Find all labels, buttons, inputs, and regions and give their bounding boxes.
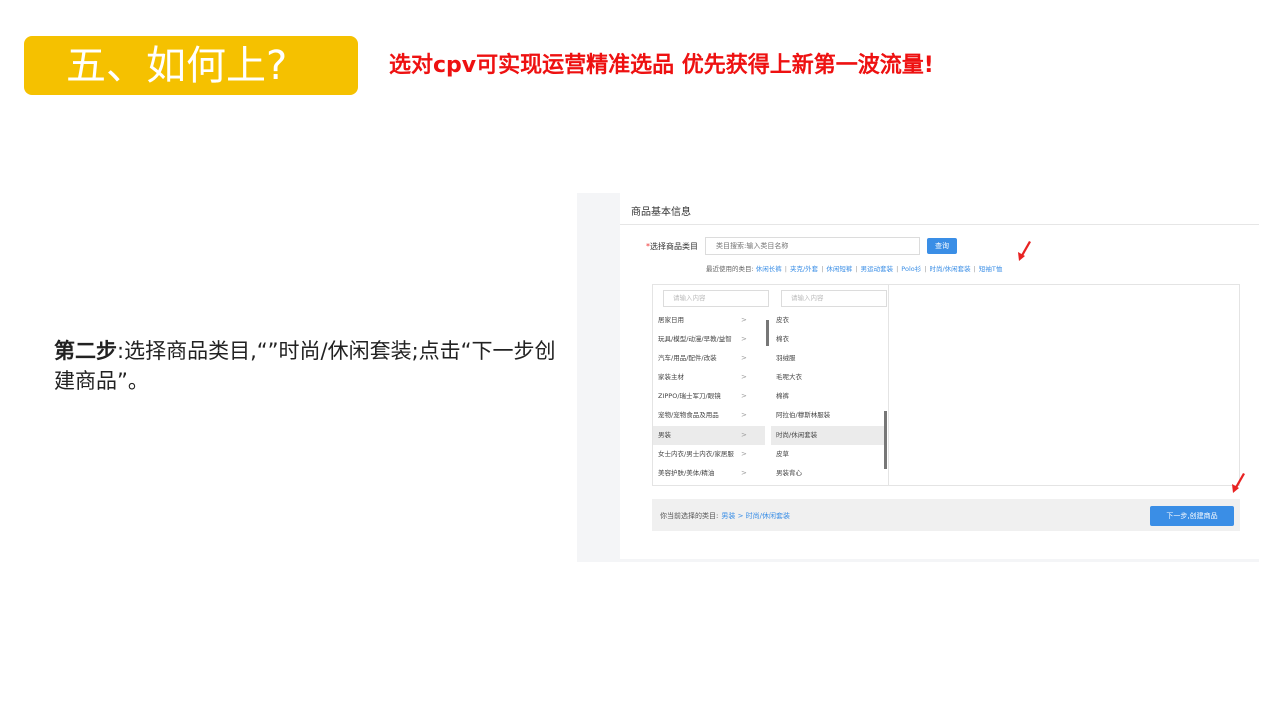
recent-tag[interactable]: 短袖T恤 [979, 265, 1002, 273]
recent-tag[interactable]: Polo衫 [901, 265, 921, 273]
category-scrollbar[interactable] [766, 320, 769, 346]
chevron-right-icon: > [741, 316, 747, 324]
page-title: 五、如何上? [66, 43, 288, 89]
chevron-right-icon: > [741, 469, 747, 477]
chevron-right-icon: > [741, 335, 747, 343]
chevron-right-icon: > [741, 450, 747, 458]
subcategory-filter-input[interactable]: 请输入内容 [781, 290, 887, 307]
chevron-right-icon: > [741, 373, 747, 381]
subcategory-item-selected[interactable]: 时尚/休闲套装 [771, 426, 884, 445]
red-pointer-icon [1018, 241, 1031, 261]
category-item[interactable]: 宠物/宠物食品及用品 > [653, 406, 765, 425]
selected-category-path: 男装 > 时尚/休闲套装 [721, 512, 791, 520]
recent-separator: | [855, 265, 858, 273]
selected-category-caption: 你当前选择的类目: [660, 512, 719, 520]
chevron-right-icon: > [741, 431, 747, 439]
step-label: 第二步 [54, 339, 117, 363]
category-label: 美容护肤/美体/精油 [658, 469, 715, 477]
title-banner: 五、如何上? [24, 36, 358, 95]
category-item[interactable]: 居家日用 > [653, 311, 765, 330]
recent-tag[interactable]: 休闲短裤 [826, 265, 852, 273]
category-label: 玩具/模型/动漫/早教/益智 [658, 335, 732, 343]
category-label: 男装 [658, 431, 671, 439]
product-info-panel: 商品基本信息 *选择商品类目 查询 最近使用的类目: 休闲长裤|夹克/外套|休闲… [620, 193, 1259, 559]
subcategory-item[interactable]: 羽绒服 [771, 349, 884, 368]
subcategory-item[interactable]: 棉衣 [771, 330, 884, 349]
chevron-right-icon: > [741, 392, 747, 400]
category-search-input[interactable] [705, 237, 920, 255]
column-divider [888, 285, 889, 485]
category-label: 居家日用 [658, 316, 684, 324]
category-label: ZIPPO/瑞士军刀/眼镜 [658, 392, 721, 400]
category-item[interactable]: 玩具/模型/动漫/早教/益智 > [653, 330, 765, 349]
category-label: 汽车/用品/配件/改装 [658, 354, 717, 362]
category-item[interactable]: 汽车/用品/配件/改装 > [653, 349, 765, 368]
category-item[interactable]: 女士内衣/男士内衣/家居服 > [653, 445, 765, 464]
recent-tag[interactable]: 男运动套装 [861, 265, 894, 273]
category-item[interactable]: 家装主材 > [653, 368, 765, 387]
chevron-right-icon: > [741, 354, 747, 362]
category-field-text: 选择商品类目 [650, 242, 698, 251]
recent-categories: 最近使用的类目: 休闲长裤 | 夹克/外套 | 休闲短裤 | 男运动套装 | Polo衫 | 时尚/… [706, 263, 1002, 273]
subcategory-item[interactable]: 阿拉伯/穆斯林服装 [771, 406, 884, 425]
subcategory-item[interactable]: 毛呢大衣 [771, 368, 884, 387]
page-subtitle: 选对cpv可实现运营精准选品 优先获得上新第一波流量! [389, 53, 934, 78]
recent-tag[interactable]: 休闲长裤 [756, 265, 782, 273]
subcategory-item[interactable]: 皮草 [771, 445, 884, 464]
query-button[interactable]: 查询 [927, 238, 957, 254]
category-filter-input[interactable]: 请输入内容 [663, 290, 769, 307]
red-pointer-icon [1232, 473, 1245, 493]
step-instruction: 第二步:选择商品类目,“”时尚/休闲套装;点击“下一步创建商品”。 [54, 336, 564, 396]
recent-tag[interactable]: 时尚/休闲套装 [929, 265, 970, 273]
step-description: :选择商品类目,“”时尚/休闲套装;点击“下一步创建商品”。 [54, 339, 556, 393]
category-field-label: *选择商品类目 [646, 241, 698, 252]
category-label: 女士内衣/男士内衣/家居服 [658, 450, 734, 458]
next-create-product-button[interactable]: 下一步,创建商品 [1150, 506, 1234, 526]
panel-divider [620, 224, 1259, 225]
subcategory-item[interactable]: 男装背心 [771, 464, 884, 483]
selected-category-bar: 你当前选择的类目: 男装 > 时尚/休闲套装 下一步,创建商品 [652, 499, 1240, 531]
recent-label: 最近使用的类目: [706, 265, 754, 273]
subcategory-item[interactable]: 皮衣 [771, 311, 884, 330]
chevron-right-icon: > [741, 411, 747, 419]
recent-separator: | [973, 265, 976, 273]
subcategory-scrollbar[interactable] [884, 411, 887, 469]
category-item[interactable]: 美容护肤/美体/精油 > [653, 464, 765, 483]
category-picker-screenshot: 商品基本信息 *选择商品类目 查询 最近使用的类目: 休闲长裤|夹克/外套|休闲… [577, 193, 1259, 562]
panel-title: 商品基本信息 [631, 207, 691, 218]
recent-tag[interactable]: 夹克/外套 [790, 265, 818, 273]
category-picker: 请输入内容 请输入内容 居家日用 > 玩具/模型/动漫/早教/益智 > 汽车/用品/… [652, 284, 1240, 486]
category-label: 家装主材 [658, 373, 684, 381]
category-item-selected[interactable]: 男装 > [653, 426, 765, 445]
recent-separator: | [784, 265, 787, 273]
selected-category-label: 你当前选择的类目: 男装 > 时尚/休闲套装 [660, 511, 790, 521]
subcategory-item[interactable]: 棉裤 [771, 387, 884, 406]
category-label: 宠物/宠物食品及用品 [658, 411, 719, 419]
category-item[interactable]: ZIPPO/瑞士军刀/眼镜 > [653, 387, 765, 406]
